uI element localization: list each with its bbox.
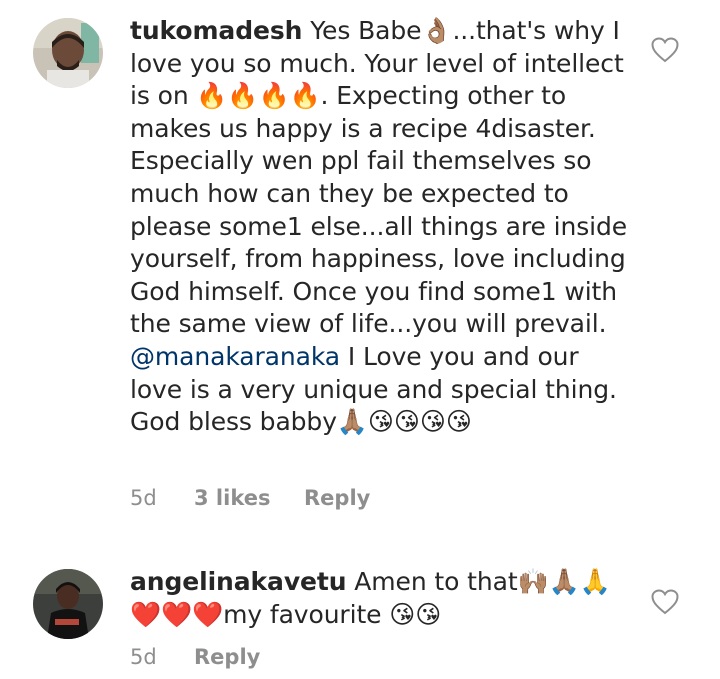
reply-button[interactable]: Reply bbox=[304, 486, 370, 510]
comment-text: tukomadesh Yes Babe👌🏽...that's why I lov… bbox=[130, 15, 630, 439]
reply-button[interactable]: Reply bbox=[194, 645, 260, 669]
comment-meta: 5d 3 likes Reply bbox=[130, 486, 370, 510]
comment-time: 5d bbox=[130, 486, 157, 510]
comment-username[interactable]: tukomadesh bbox=[130, 16, 302, 45]
comment-time: 5d bbox=[130, 645, 157, 669]
like-heart-icon[interactable] bbox=[651, 589, 679, 615]
mention-link[interactable]: @manakaranaka bbox=[130, 342, 340, 371]
comment-meta: 5d Reply bbox=[130, 645, 260, 669]
comment-text: angelinakavetu Amen to that🙌🏽🙏🏽🙏 ❤️❤️❤️m… bbox=[130, 566, 630, 631]
avatar[interactable] bbox=[33, 569, 103, 639]
likes-count[interactable]: 3 likes bbox=[194, 486, 304, 510]
comment-username[interactable]: angelinakavetu bbox=[130, 567, 347, 596]
like-heart-icon[interactable] bbox=[651, 37, 679, 63]
avatar[interactable] bbox=[33, 18, 103, 88]
comment-body: Yes Babe👌🏽...that's why I love you so mu… bbox=[130, 16, 628, 339]
